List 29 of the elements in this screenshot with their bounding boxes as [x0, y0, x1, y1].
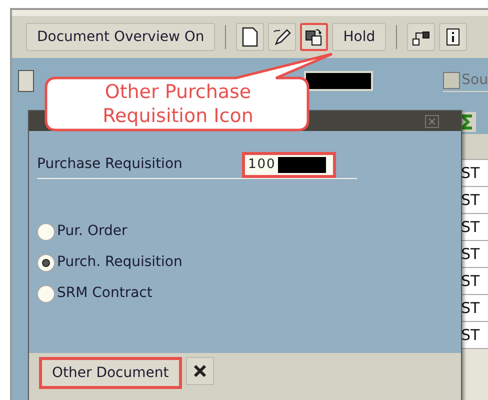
- toolbar-icon-button[interactable]: [300, 23, 328, 51]
- radio-label: Purch. Requisition: [57, 253, 182, 272]
- close-icon[interactable]: [425, 114, 439, 128]
- radio-button[interactable]: [37, 222, 55, 240]
- document-icon: [242, 27, 258, 47]
- toolbar-button[interactable]: Document Overview On: [26, 23, 216, 51]
- radio-label: SRM Contract: [57, 284, 152, 303]
- toolbar-icon-button[interactable]: [268, 23, 296, 51]
- pencil-icon: [272, 27, 292, 47]
- purchase-requisition-field[interactable]: 100: [242, 152, 336, 178]
- field-value: 100: [248, 156, 276, 174]
- info-icon: [446, 28, 460, 46]
- checkbox[interactable]: [442, 72, 460, 89]
- toolbar-icon-button[interactable]: [407, 23, 436, 51]
- cancel-button[interactable]: [186, 357, 214, 385]
- stacked-documents-icon: [305, 28, 324, 46]
- close-icon: [192, 363, 208, 379]
- toolbar-button[interactable]: Hold: [332, 23, 386, 51]
- toolbar-icon-button[interactable]: [236, 23, 264, 51]
- callout-text: Other Purchase Requisition Icon: [102, 80, 254, 128]
- toolbar-icon-button[interactable]: [439, 23, 468, 51]
- other-document-button[interactable]: Other Document: [39, 357, 182, 389]
- redacted-field: [304, 71, 373, 91]
- field-label: Purchase Requisition: [37, 155, 184, 174]
- radio-label: Pur. Order: [57, 222, 128, 241]
- redaction-bar: [278, 156, 326, 172]
- radio-button[interactable]: [37, 254, 55, 272]
- radio-button[interactable]: [37, 284, 55, 302]
- checkbox-label: Sou: [462, 71, 488, 90]
